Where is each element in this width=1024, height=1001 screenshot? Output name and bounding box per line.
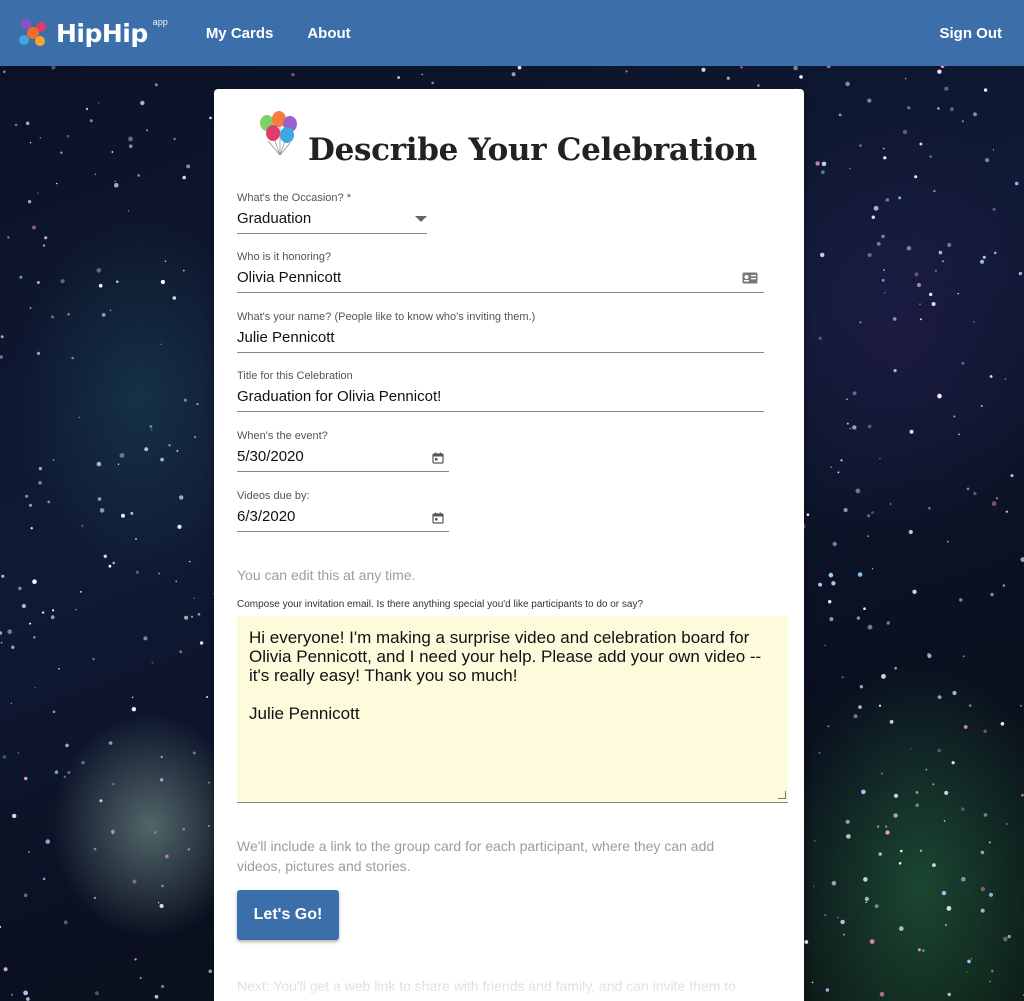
honoree-label: Who is it honoring? — [237, 251, 332, 263]
event-date-input[interactable]: 5/30/2020 — [237, 448, 449, 472]
invitation-email-textarea[interactable]: Hi everyone! I'm making a surprise video… — [237, 616, 788, 803]
nav-about[interactable]: About — [307, 25, 350, 42]
dropdown-caret-icon[interactable] — [415, 216, 427, 222]
your-name-input[interactable]: Julie Pennicott — [237, 329, 764, 353]
compose-line: Hi everyone! I'm making a surprise video… — [249, 628, 750, 647]
calendar-icon[interactable] — [432, 452, 444, 464]
videos-due-field: Videos due by: 6/3/2020 — [237, 490, 449, 532]
sign-out-link[interactable]: Sign Out — [940, 25, 1003, 42]
brand-suffix: app — [152, 17, 168, 27]
occasion-label: What's the Occasion? * — [237, 192, 351, 204]
occasion-select[interactable]: What's the Occasion? * Graduation — [237, 192, 427, 234]
compose-line: Julie Pennicott — [249, 704, 360, 723]
resize-handle-icon[interactable] — [778, 791, 786, 799]
link-hint-line: videos, pictures and stories. — [237, 858, 411, 874]
compose-label: Compose your invitation email. Is there … — [237, 599, 644, 610]
videos-due-input[interactable]: 6/3/2020 — [237, 508, 449, 532]
contact-card-icon[interactable] — [742, 272, 758, 284]
event-date-field: When's the event? 5/30/2020 — [237, 430, 449, 472]
honoree-field: Who is it honoring? Olivia Pennicott — [237, 251, 764, 293]
brand-logo[interactable]: HipHip app — [16, 15, 168, 51]
honoree-input[interactable]: Olivia Pennicott — [237, 269, 764, 293]
videos-due-value: 6/3/2020 — [237, 508, 296, 525]
compose-line — [249, 685, 776, 704]
brand-name: HipHip — [56, 18, 148, 48]
event-date-value: 5/30/2020 — [237, 448, 304, 465]
compose-line: it's really easy! Thank you so much! — [249, 666, 518, 685]
page-title: Describe Your Celebration — [308, 132, 757, 168]
celebration-title-field: Title for this Celebration Graduation fo… — [237, 370, 764, 412]
videos-due-label: Videos due by: — [237, 490, 310, 502]
lets-go-button[interactable]: Let's Go! — [237, 890, 339, 940]
hiphip-logo-icon — [19, 19, 46, 46]
celebration-title-label: Title for this Celebration — [237, 370, 353, 382]
balloons-icon — [260, 111, 297, 156]
event-date-label: When's the event? — [237, 430, 328, 442]
celebration-form-card: Describe Your Celebration What's the Occ… — [214, 89, 804, 1001]
calendar-icon[interactable] — [432, 512, 444, 524]
occasion-selected-text: Graduation — [237, 210, 312, 227]
edit-hint: You can edit this at any time. — [237, 567, 416, 583]
honoree-value: Olivia Pennicott — [237, 269, 342, 286]
next-hint: Next: You'll get a web link to share wit… — [237, 978, 736, 994]
compose-line: Olivia Pennicott, and I need your help. … — [249, 647, 762, 666]
your-name-label: What's your name? (People like to know w… — [237, 311, 536, 323]
link-hint: We'll include a link to the group card f… — [237, 836, 714, 876]
link-hint-line: We'll include a link to the group card f… — [237, 838, 715, 854]
celebration-title-input[interactable]: Graduation for Olivia Pennicot! — [237, 388, 764, 412]
top-nav-bar: HipHip app My Cards About Sign Out — [0, 0, 1024, 66]
nav-my-cards[interactable]: My Cards — [206, 25, 274, 42]
your-name-field: What's your name? (People like to know w… — [237, 311, 764, 353]
occasion-value[interactable]: Graduation — [237, 210, 427, 234]
title-row: Describe Your Celebration — [237, 89, 781, 189]
main-nav: My Cards About — [206, 25, 351, 42]
